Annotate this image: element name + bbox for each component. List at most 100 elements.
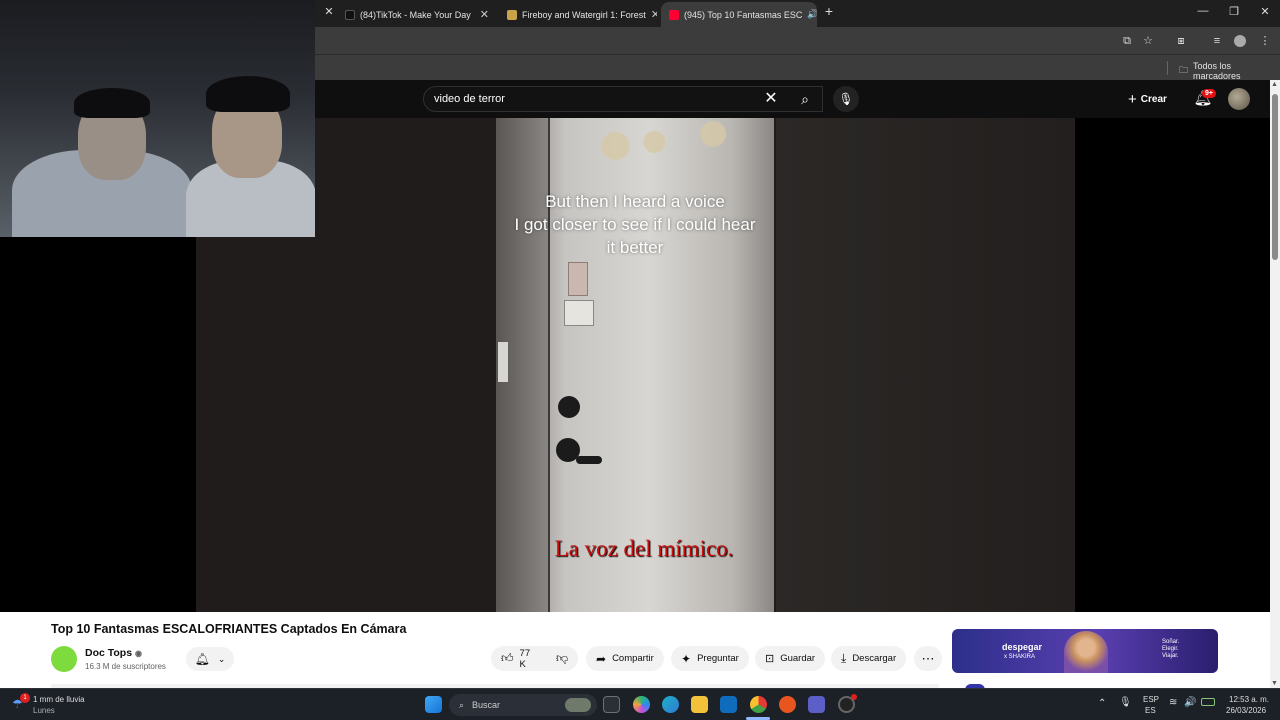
save-button[interactable]: ⊡ Guardar: [755, 646, 826, 671]
close-icon[interactable]: ✕: [480, 8, 489, 21]
new-tab-button[interactable]: +: [819, 3, 839, 19]
page-scrollbar[interactable]: ▲ ▼: [1270, 80, 1280, 688]
create-button[interactable]: + Crear: [1128, 88, 1167, 110]
ad-banner[interactable]: despegar x SHAKIRA Soñar. Elegir. Viajar…: [952, 629, 1218, 673]
reading-list-icon[interactable]: ≡: [1211, 35, 1223, 47]
weather-day: Lunes: [33, 706, 55, 715]
chrome-icon[interactable]: [750, 696, 767, 713]
tab-label: (945) Top 10 Fantasmas ESC: [684, 9, 803, 20]
microphone-icon[interactable]: 🎙: [833, 86, 859, 112]
ad-brand-sub: x SHAKIRA: [1004, 654, 1036, 660]
file-explorer-icon[interactable]: [691, 696, 708, 713]
verified-icon: ◉: [134, 649, 142, 658]
video-title: Top 10 Fantasmas ESCALOFRIANTES Captados…: [51, 622, 407, 636]
copilot-icon[interactable]: [633, 696, 650, 713]
channel-avatar[interactable]: [51, 646, 77, 672]
tiktok-icon: [345, 9, 355, 20]
door-handle: [576, 456, 602, 464]
close-icon[interactable]: ✕: [651, 8, 657, 21]
dislike-button[interactable]: 👎︎: [548, 646, 578, 671]
ask-button[interactable]: ✦ Preguntar: [671, 646, 749, 671]
edge-icon[interactable]: [662, 696, 679, 713]
search-icon: ⌕: [459, 699, 465, 710]
wall-pattern: [576, 118, 772, 198]
channel-name[interactable]: Doc Tops ◉: [85, 647, 142, 659]
ad-tagline-line: Elegir.: [1162, 646, 1179, 652]
download-label: Descargar: [852, 653, 897, 664]
tab-tiktok[interactable]: (84)TikTok - Make Your Day ✕: [337, 2, 497, 27]
notification-badge: 9+: [1202, 89, 1216, 98]
share-button[interactable]: ➦ Compartir: [586, 646, 664, 671]
download-icon: ⤓: [841, 651, 847, 665]
bookmark-star-icon[interactable]: ☆: [1142, 35, 1154, 47]
ad-brand: despegar: [1002, 642, 1043, 652]
webcam-overlay: [0, 0, 315, 237]
door-note: [564, 300, 594, 326]
channel-name-text: Doc Tops: [85, 647, 133, 659]
chevron-up-icon[interactable]: ⌃: [1098, 698, 1106, 709]
like-button[interactable]: 👍︎ 77 K: [491, 646, 548, 671]
search-icon[interactable]: ⌕: [787, 86, 823, 112]
video-subtitle: La voz del mímico.: [554, 536, 734, 561]
caption-line: it better: [606, 238, 664, 257]
windows-start-icon[interactable]: [425, 696, 442, 713]
minimize-icon[interactable]: —: [1193, 5, 1213, 17]
tab-fireboy[interactable]: Fireboy and Watergirl 1: Forest ✕: [499, 2, 657, 27]
restore-icon[interactable]: ❐: [1224, 5, 1244, 18]
all-bookmarks-label: Todos los marcadores: [1193, 61, 1241, 81]
battery-icon[interactable]: [1201, 698, 1215, 706]
browser-tab-strip: ✕ (84)TikTok - Make Your Day ✕ Fireboy a…: [315, 0, 1280, 27]
thumbs-down-icon: 👎︎: [556, 651, 569, 665]
all-bookmarks-button[interactable]: 🗀 Todos los marcadores: [1179, 61, 1280, 81]
tab-close-icon[interactable]: ✕: [319, 5, 339, 18]
door-lock: [558, 396, 580, 418]
microphone-icon[interactable]: 🎙: [1119, 697, 1132, 708]
extensions-icon[interactable]: ⧆: [1175, 35, 1187, 47]
speaker-icon[interactable]: 🔊: [807, 9, 817, 20]
bell-icon: 🔔︎: [194, 652, 210, 666]
scrollbar-thumb[interactable]: [1272, 94, 1278, 260]
scroll-up-icon[interactable]: ▲: [1271, 81, 1278, 88]
clear-search-icon[interactable]: ✕: [759, 86, 783, 112]
create-label: Crear: [1140, 93, 1167, 105]
folder-icon: 🗀: [1179, 65, 1189, 75]
more-actions-icon[interactable]: ⋯: [914, 646, 942, 671]
ad-tagline-line: Soñar.: [1162, 639, 1180, 645]
volume-icon[interactable]: 🔊: [1184, 697, 1196, 708]
language-code[interactable]: ESP: [1143, 695, 1159, 704]
wifi-icon[interactable]: ≋: [1169, 697, 1177, 708]
account-avatar[interactable]: [1228, 88, 1250, 110]
scroll-down-icon[interactable]: ▼: [1271, 680, 1278, 687]
app-icon[interactable]: [779, 696, 796, 713]
tab-label: (84)TikTok - Make Your Day: [360, 9, 471, 20]
task-view-icon[interactable]: [603, 696, 620, 713]
youtube-icon: [669, 9, 679, 20]
video-dark-region: [776, 118, 1075, 612]
search-highlight-icon: [565, 698, 591, 712]
divider: [1167, 61, 1168, 75]
subscription-notify-button[interactable]: 🔔︎ ⌄: [186, 647, 234, 671]
weather-text[interactable]: 1 mm de lluvia: [33, 695, 85, 704]
sparkle-icon: ✦: [681, 651, 692, 666]
outlook-icon[interactable]: [720, 696, 737, 713]
browser-toolbar: ⧉ ☆ ⧆ ≡ ⋮: [315, 27, 1280, 54]
menu-kebab-icon[interactable]: ⋮: [1259, 35, 1271, 47]
language-region: ES: [1145, 706, 1156, 715]
subscriber-count: 16.3 M de suscriptores: [85, 662, 166, 671]
window-close-icon[interactable]: ✕: [1255, 5, 1275, 18]
clock-time[interactable]: 12:53 a. m.: [1229, 695, 1269, 704]
profile-icon[interactable]: [1234, 35, 1246, 47]
thumbs-up-icon: 👍︎: [501, 651, 514, 665]
tab-youtube-active[interactable]: (945) Top 10 Fantasmas ESC 🔊 ✕: [661, 2, 817, 27]
chevron-down-icon: ⌄: [217, 653, 226, 664]
install-app-icon[interactable]: ⧉: [1121, 35, 1133, 47]
save-label: Guardar: [780, 653, 816, 664]
teams-icon[interactable]: [808, 696, 825, 713]
caption-line: I got closer to see if I could hear: [514, 215, 756, 234]
ad-tagline-line: Viajar.: [1162, 653, 1179, 659]
clock-date: 26/03/2026: [1226, 706, 1267, 715]
person-left-hair: [74, 88, 150, 118]
door-sign: [568, 262, 588, 296]
download-button[interactable]: ⤓ Descargar: [831, 646, 907, 671]
taskbar-search[interactable]: ⌕ Buscar: [449, 694, 597, 716]
